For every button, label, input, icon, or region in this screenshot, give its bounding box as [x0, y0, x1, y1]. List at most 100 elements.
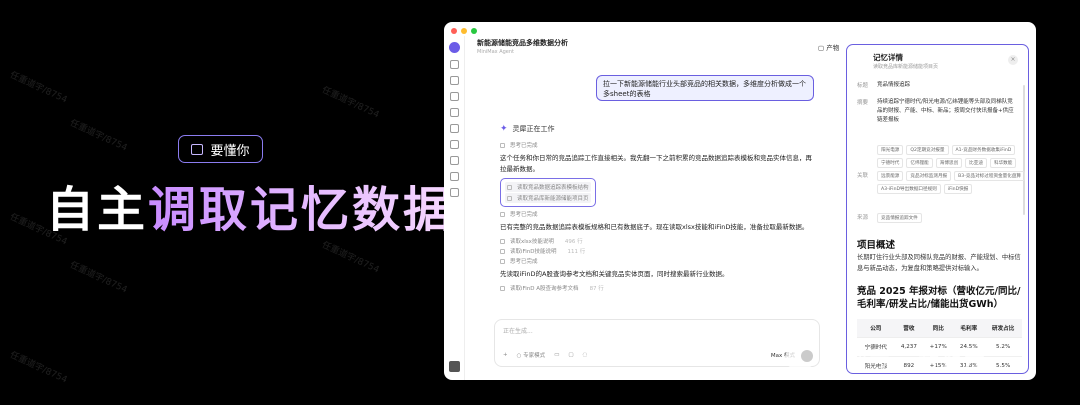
memory-tag[interactable]: 阳光电源	[877, 145, 904, 155]
lightbulb-icon[interactable]: ◌	[583, 352, 588, 358]
field-key: 关联	[857, 173, 869, 179]
table-header-row: 公司 营收 同比 毛利率 研发占比	[857, 319, 1022, 338]
agent-status-label: 灵犀正在工作	[512, 125, 555, 133]
section-title: 竞品 2025 年报对标（营收亿元/同比/毛利率/研发占比/储能出货GWh）	[857, 286, 1021, 310]
link-icon[interactable]	[449, 124, 459, 133]
promo-badge-label: 要懂你	[210, 143, 250, 159]
clock-icon[interactable]	[449, 188, 459, 197]
field-value: 竞品情报追踪	[877, 82, 911, 88]
memory-tag[interactable]: A3-iFinD导出数据口径规则	[877, 184, 941, 194]
memory-tag[interactable]: 科华数能	[989, 158, 1017, 168]
plus-icon[interactable]	[449, 60, 459, 69]
chat-input[interactable]: 正在生成... + ○ 专家模式 ▭ ▢ ◌ Max 模式	[494, 319, 820, 367]
think-step-label: 思考已完成	[510, 212, 538, 218]
tool-step[interactable]: 读取竞品数据追踪表模板结构	[505, 182, 591, 192]
watermark: 任重道宇/8754	[68, 260, 129, 296]
logo-icon[interactable]	[448, 42, 460, 53]
field-key: 来源	[857, 215, 869, 221]
box-icon: ▢	[818, 44, 825, 52]
promo-badge: 要懂你	[178, 135, 263, 163]
memory-tag[interactable]: B3-竞品对标过程资金量化盘算	[954, 171, 1026, 181]
expert-mode-label: 专家模式	[523, 353, 546, 359]
skill-step-meta: 87 行	[589, 286, 604, 292]
skill-step-label: 读取iFinD A股查询参考文档	[510, 286, 579, 292]
think-step[interactable]: 思考已完成	[500, 209, 818, 219]
input-toolbar: + ○ 专家模式 ▭ ▢ ◌	[503, 351, 587, 359]
field-key: 摘要	[857, 100, 869, 106]
headline-gradient: 调取记忆数据	[148, 182, 455, 238]
agent-response: ✦ 灵犀正在工作 思考已完成 这个任务和你日常的竞品追踪工作直接相关。我先翻一下…	[500, 124, 818, 293]
table-header-cell: 公司	[857, 319, 895, 338]
skill-step[interactable]: 读取iFinD技能说明 111 行	[500, 246, 818, 256]
memory-tag[interactable]: 海博思创	[935, 158, 963, 168]
memory-tag[interactable]: 竞品对标监测月报	[906, 171, 952, 181]
think-step[interactable]: 思考已完成	[500, 140, 818, 150]
memory-field-tags: 关联 阳光电源 Q2定期竞对报量 A1-竞品财务数据收集iFinD 宁德时代 亿纬锂能海…	[857, 145, 1027, 194]
footer-brand: 公众号 · 新智元	[785, 343, 987, 373]
output-button-label: 产物	[826, 44, 840, 52]
close-icon[interactable]: ×	[1008, 55, 1018, 65]
memory-tag[interactable]: 比亚迪	[965, 158, 987, 168]
skill-step-label: 读取xlsx技能说明	[510, 239, 554, 245]
panel-subtitle: 读取竞品库新能源储能项目页	[873, 64, 939, 70]
file-icon	[507, 195, 512, 201]
history-icon[interactable]	[449, 108, 459, 117]
think-step[interactable]: 思考已完成	[500, 256, 818, 266]
output-button[interactable]: ▢ 产物	[818, 42, 839, 52]
section-title: 项目概述	[857, 240, 896, 251]
headline-white: 自主	[46, 182, 149, 238]
tag-list: 阳光电源 Q2定期竞对报量 A1-竞品财务数据收集iFinD 宁德时代 亿纬锂能 海博思创…	[877, 145, 1027, 194]
folder-icon[interactable]: ▢	[568, 352, 573, 358]
chart-icon[interactable]	[449, 92, 459, 101]
memory-tag[interactable]: iFinD快报	[943, 184, 973, 194]
skill-step-meta: 111 行	[567, 249, 586, 255]
memory-tag[interactable]: 远景能源	[877, 171, 904, 181]
user-message: 拉一下新能源储能行业头部竞品的相关数据，多维度分析做成一个多sheet的表格	[596, 75, 814, 101]
skill-step-meta: 496 行	[564, 239, 583, 245]
pencil-icon[interactable]	[449, 76, 459, 85]
expert-mode-toggle[interactable]: ○ 专家模式	[517, 351, 546, 359]
tool-step-label: 读取竞品库新能源储能项目页	[517, 196, 589, 202]
check-icon	[500, 258, 505, 264]
table-header-cell: 研发占比	[984, 319, 1022, 338]
agent-paragraph: 已有完整的竞品数据追踪表模板规格和已有数据底子。现在读取xlsx技能和iFinD…	[500, 223, 809, 231]
think-step-label: 思考已完成	[510, 259, 538, 265]
skill-step[interactable]: 读取iFinD A股查询参考文档 87 行	[500, 283, 818, 293]
image-icon[interactable]: ▭	[554, 352, 559, 358]
table-cell: 5.5%	[984, 356, 1022, 373]
footer-brand-label: 公众号 · 新智元	[823, 347, 988, 371]
table-header-cell: 毛利率	[953, 319, 985, 338]
check-icon	[500, 211, 505, 217]
cloud-icon[interactable]	[449, 172, 459, 181]
window-controls[interactable]	[451, 28, 477, 34]
promo-headline: 自主调取记忆数据	[46, 180, 454, 240]
page-subtitle: MiniMax Agent	[477, 49, 514, 55]
chat-input-placeholder: 正在生成...	[503, 328, 533, 335]
maximize-window-button[interactable]	[471, 28, 477, 34]
memory-tag[interactable]: A1-竞品财务数据收集iFinD	[951, 145, 1016, 155]
close-window-button[interactable]	[451, 28, 457, 34]
wechat-icon	[785, 347, 815, 369]
avatar[interactable]	[448, 361, 460, 372]
check-icon	[500, 142, 505, 148]
think-step-label: 思考已完成	[510, 143, 538, 149]
memory-tag[interactable]: 亿纬锂能	[906, 158, 933, 168]
memory-field-summary: 摘要 持续追踪宁德时代/阳光电源/亿纬锂能等头部及同梯队竞品的财报、产能、中标、…	[857, 98, 1017, 125]
minimize-window-button[interactable]	[461, 28, 467, 34]
memory-tag[interactable]: Q2定期竞对报量	[906, 145, 949, 155]
watermark: 任重道宇/8754	[320, 85, 381, 121]
source-tag[interactable]: 竞品情报追踪文件	[877, 213, 922, 223]
watermark: 任重道宇/8754	[8, 70, 69, 106]
sliders-icon[interactable]	[449, 156, 459, 165]
tool-step-label: 读取竞品数据追踪表模板结构	[517, 185, 589, 191]
skill-step[interactable]: 读取xlsx技能说明 496 行	[500, 236, 818, 246]
doc-icon[interactable]	[449, 140, 459, 149]
section-body: 长期盯住行业头部及同梯队竞品的财报、产能规划、中标信息与新品动态，为复盘和策略提…	[857, 254, 1021, 272]
field-key: 标题	[857, 83, 869, 89]
watermark: 任重道宇/8754	[320, 240, 381, 276]
memory-tag[interactable]: 宁德时代	[877, 158, 904, 168]
file-icon	[500, 285, 505, 291]
tool-step[interactable]: 读取竞品库新能源储能项目页	[505, 193, 591, 203]
plus-icon[interactable]: +	[503, 352, 508, 358]
agent-paragraph: 先读取iFinD的A股查询参考文档和关键竞品实体页面，同时搜索最新行业数据。	[500, 270, 729, 278]
